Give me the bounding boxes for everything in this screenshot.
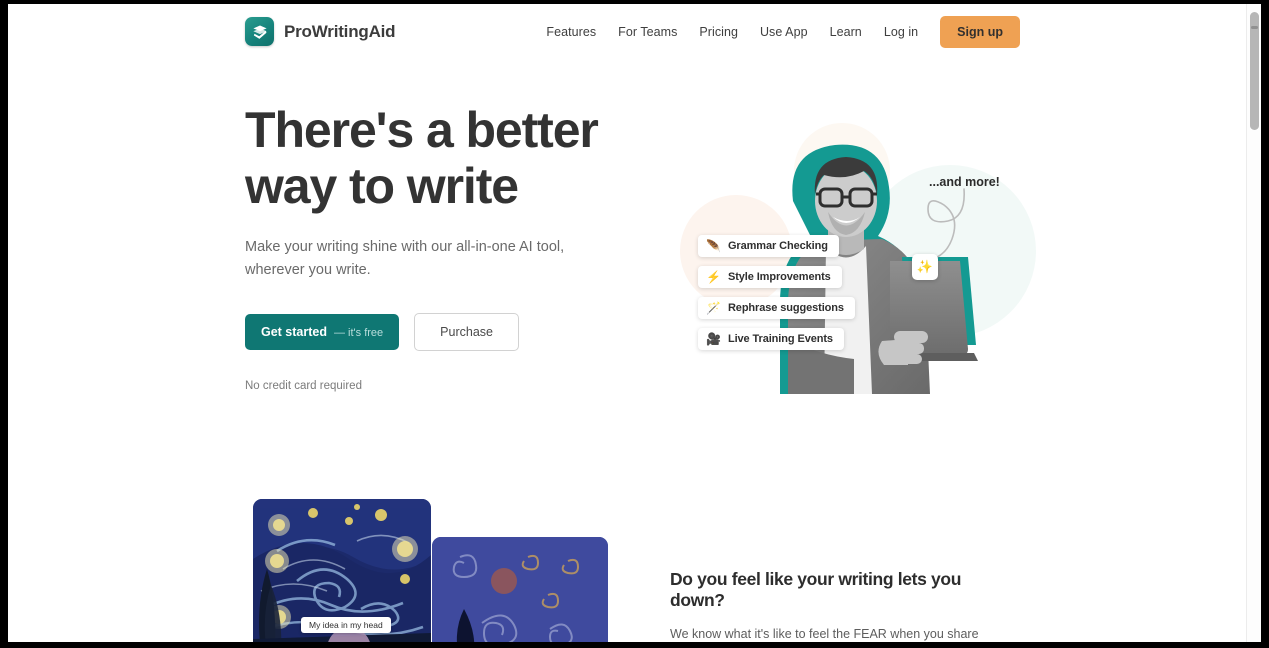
magic-wand-icon: 🪄 bbox=[706, 301, 721, 315]
nav-item-log-in[interactable]: Log in bbox=[873, 25, 929, 39]
starry-night-caption: My idea in my head bbox=[301, 617, 391, 633]
feature-chip-live-training-events[interactable]: 🎥 Live Training Events bbox=[698, 328, 844, 350]
and-more-callout: ...and more! bbox=[929, 175, 1000, 189]
nav-item-learn[interactable]: Learn bbox=[819, 25, 873, 39]
feature-chip-rephrase-suggestions[interactable]: 🪄 Rephrase suggestions bbox=[698, 297, 855, 319]
get-started-label: Get started bbox=[261, 324, 327, 339]
hero-title-line-2: way to write bbox=[245, 158, 519, 214]
hero-title-line-1: There's a better bbox=[245, 102, 599, 158]
feature-chip-label: Live Training Events bbox=[727, 333, 833, 345]
get-started-button[interactable]: Get started — it's free bbox=[245, 313, 400, 350]
hero-illustration: ...and more! ✨ 🪶 Grammar Checking ⚡ Styl… bbox=[668, 109, 1036, 394]
nav-item-for-teams[interactable]: For Teams bbox=[607, 25, 688, 39]
browser-viewport: ProWritingAid Features For Teams Pricing… bbox=[8, 4, 1261, 642]
feather-pen-icon: 🪶 bbox=[706, 239, 721, 253]
sparkles-icon: ✨ bbox=[912, 254, 938, 280]
feature-chip-label: Rephrase suggestions bbox=[727, 302, 844, 314]
book-pages-icon bbox=[245, 17, 274, 46]
lightning-bolt-icon: ⚡ bbox=[706, 270, 721, 284]
hero-text-block: There's a better way to write Make your … bbox=[245, 102, 645, 392]
hero-cta-row: Get started — it's free Purchase bbox=[245, 312, 645, 351]
brand-name: ProWritingAid bbox=[284, 21, 396, 41]
purchase-button[interactable]: Purchase bbox=[414, 312, 519, 351]
sign-up-button[interactable]: Sign up bbox=[940, 16, 1020, 48]
nav-item-features[interactable]: Features bbox=[535, 25, 607, 39]
lower-section-body: We know what it's like to feel the FEAR … bbox=[670, 627, 979, 641]
starry-night-painting: My idea in my head bbox=[253, 499, 431, 642]
lower-section-title: Do you feel like your writing lets you d… bbox=[670, 569, 962, 610]
movie-camera-icon: 🎥 bbox=[706, 332, 721, 346]
hero-subtitle: Make your writing shine with our all-in-… bbox=[245, 239, 565, 279]
nav-item-use-app[interactable]: Use App bbox=[749, 25, 819, 39]
scrollbar-thumb-grip bbox=[1251, 26, 1258, 29]
main-navigation: Features For Teams Pricing Use App Learn… bbox=[535, 4, 1020, 60]
get-started-sublabel: — it's free bbox=[334, 326, 384, 339]
site-header: ProWritingAid Features For Teams Pricing… bbox=[8, 4, 1261, 60]
feature-chip-grammar-checking[interactable]: 🪶 Grammar Checking bbox=[698, 235, 839, 257]
page-title: There's a better way to write bbox=[245, 102, 645, 214]
feature-chip-label: Style Improvements bbox=[727, 271, 831, 283]
flat-blue-painting bbox=[432, 537, 608, 642]
lower-text-block: Do you feel like your writing lets you d… bbox=[670, 569, 1015, 642]
scrollbar-thumb[interactable] bbox=[1250, 12, 1259, 130]
feature-chip-label: Grammar Checking bbox=[727, 240, 828, 252]
brand-logo[interactable]: ProWritingAid bbox=[245, 17, 396, 46]
nav-item-pricing[interactable]: Pricing bbox=[688, 25, 749, 39]
page-scrollbar[interactable] bbox=[1246, 4, 1261, 642]
no-credit-card-note: No credit card required bbox=[245, 379, 362, 392]
feature-chip-style-improvements[interactable]: ⚡ Style Improvements bbox=[698, 266, 842, 288]
